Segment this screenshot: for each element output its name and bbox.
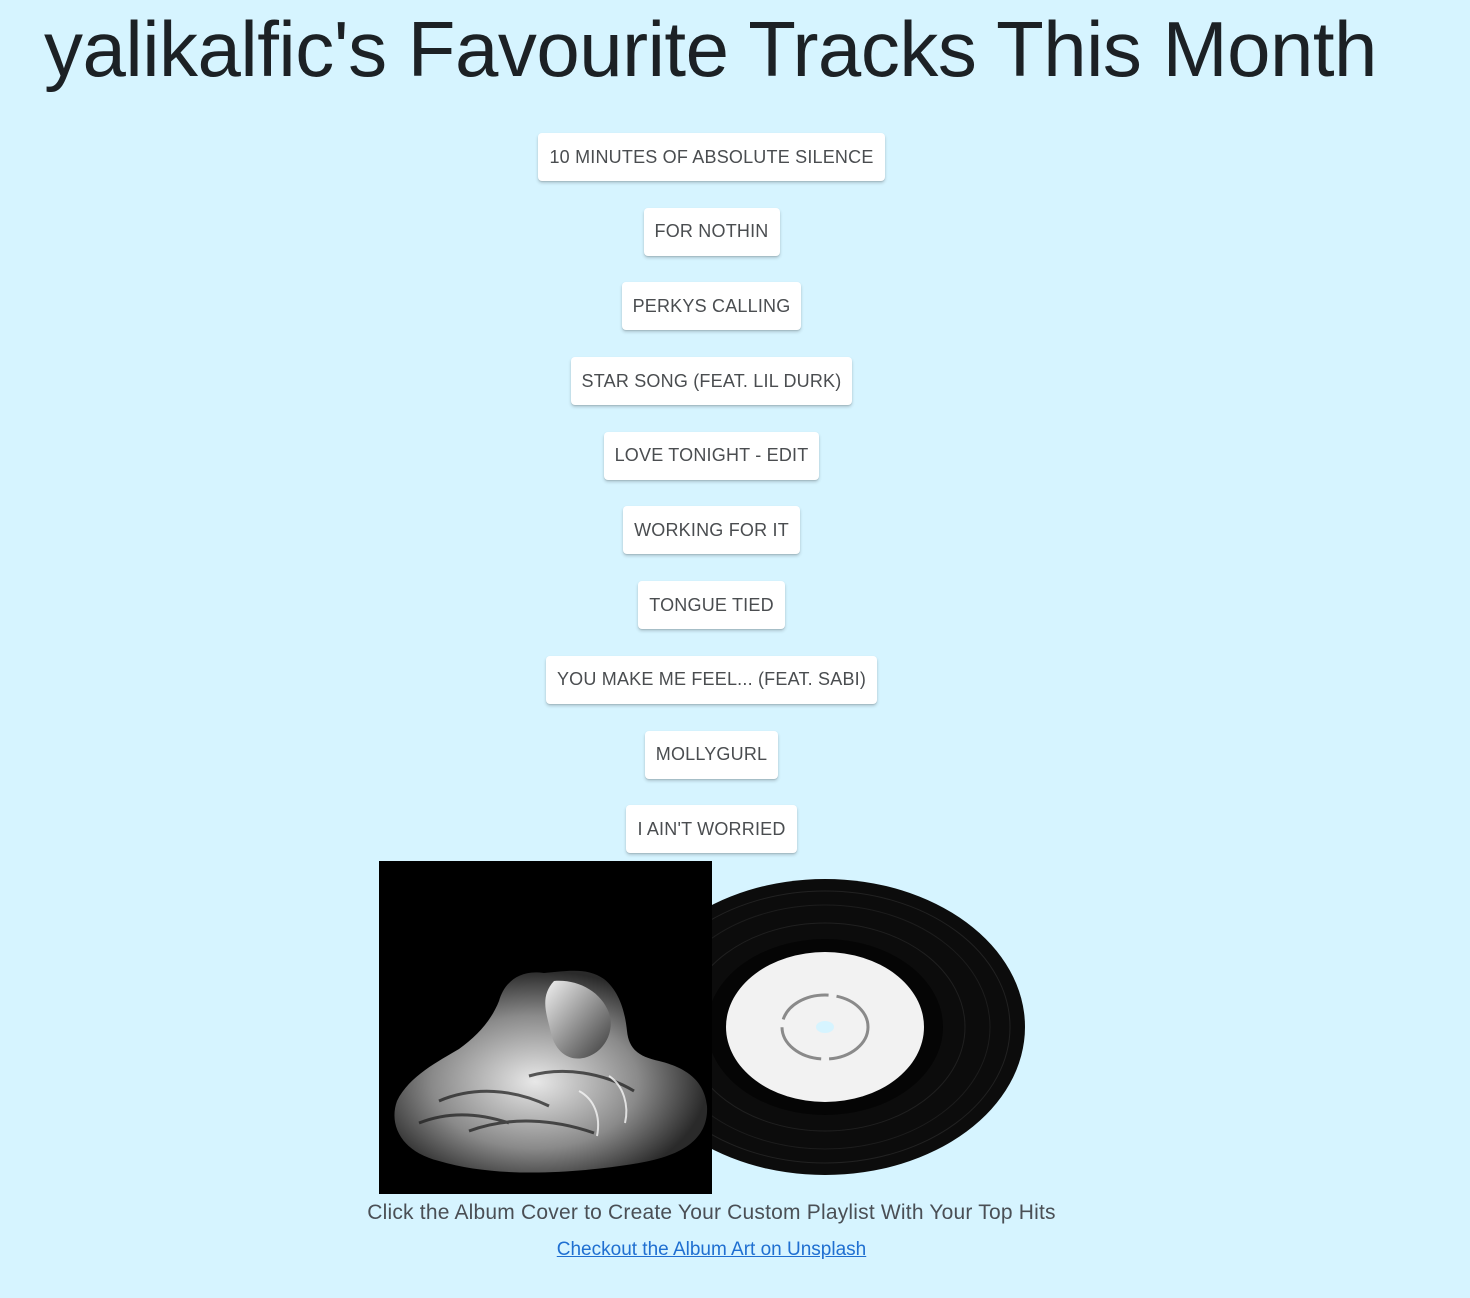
album-cover[interactable]: [379, 861, 712, 1194]
track-button[interactable]: I AIN'T WORRIED: [626, 805, 797, 854]
album-caption: Click the Album Cover to Create Your Cus…: [367, 1201, 1056, 1224]
track-button[interactable]: LOVE TONIGHT - EDIT: [603, 431, 820, 480]
track-button[interactable]: PERKYS CALLING: [621, 282, 802, 331]
track-list: 10 MINUTES OF ABSOLUTE SILENCE FOR NOTHI…: [0, 133, 1423, 880]
statue-image: [379, 861, 712, 1194]
track-button[interactable]: YOU MAKE ME FEEL... (FEAT. SABI): [545, 655, 878, 704]
unsplash-link-container: Checkout the Album Art on Unsplash: [0, 1239, 1423, 1261]
vinyl-record-icon: [675, 879, 1025, 1175]
unsplash-link[interactable]: Checkout the Album Art on Unsplash: [557, 1239, 866, 1260]
track-button[interactable]: MOLLYGURL: [644, 730, 779, 779]
track-button[interactable]: STAR SONG (FEAT. LIL DURK): [570, 357, 853, 406]
track-button[interactable]: TONGUE TIED: [638, 581, 785, 630]
track-button[interactable]: FOR NOTHIN: [643, 207, 780, 256]
track-button[interactable]: WORKING FOR IT: [623, 506, 800, 555]
page-title: yalikalfic's Favourite Tracks This Month: [44, 5, 1377, 93]
track-button[interactable]: 10 MINUTES OF ABSOLUTE SILENCE: [538, 133, 885, 181]
album-area: [379, 861, 1039, 1194]
